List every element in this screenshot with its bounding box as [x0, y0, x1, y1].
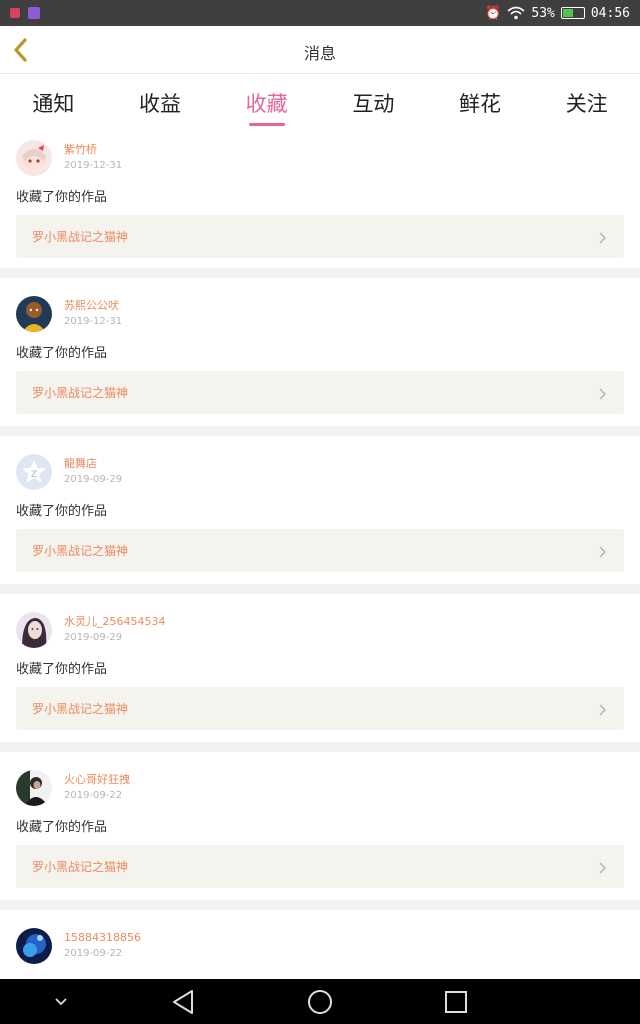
avatar[interactable]	[16, 612, 52, 648]
home-circle-icon	[308, 990, 332, 1014]
chevron-right-icon	[598, 860, 608, 874]
message-user[interactable]: 紫竹桥 2019-12-31	[16, 138, 122, 178]
username[interactable]: 水灵儿_256454534	[64, 614, 166, 630]
message-user[interactable]: 水灵儿_256454534 2019-09-29	[16, 610, 166, 650]
active-tab-indicator	[248, 123, 285, 126]
back-triangle-icon	[173, 990, 193, 1014]
alarm-icon: ⏰	[485, 5, 502, 21]
action-text: 收藏了你的作品	[16, 504, 108, 519]
recents-nav-button[interactable]	[441, 987, 471, 1017]
work-link[interactable]: 罗小黑战记之猫神	[16, 371, 624, 414]
system-nav-bar	[0, 979, 640, 1024]
username[interactable]: 龍舞店	[64, 456, 122, 472]
tab-label: 收藏	[245, 92, 288, 116]
chevron-right-icon	[598, 386, 608, 400]
battery-percent: 53%	[531, 5, 555, 21]
tab-label: 关注	[565, 92, 608, 116]
tab-label: 鲜花	[459, 92, 502, 116]
page-title: 消息	[303, 44, 336, 63]
message-list: 紫竹桥 2019-12-31 收藏了你的作品 罗小黑战记之猫神 苏熙公公吠 2019-12…	[0, 130, 640, 979]
work-title: 罗小黑战记之猫神	[32, 702, 129, 716]
message-card: 火心哥好狂拽 2019-09-22 收藏了你的作品罗小黑战记之猫神	[0, 752, 640, 900]
status-bar: ⏰ 53% 04:56	[0, 0, 640, 26]
collapse-down-icon	[55, 998, 67, 1006]
clock: 04:56	[590, 5, 630, 21]
message-date: 2019-09-22	[64, 790, 123, 801]
tab-label: 通知	[32, 92, 75, 116]
message-date: 2019-12-31	[64, 160, 123, 171]
work-link[interactable]: 罗小黑战记之猫神	[16, 845, 624, 888]
tab-bar: 通知 收益 收藏 互动 鲜花 关注	[0, 74, 640, 130]
svg-text:Z: Z	[31, 470, 37, 480]
action-text: 收藏了你的作品	[16, 820, 108, 835]
battery-icon	[560, 7, 585, 19]
work-link[interactable]: 罗小黑战记之猫神	[16, 529, 624, 572]
wifi-icon	[507, 6, 525, 20]
chevron-right-icon	[598, 544, 608, 558]
message-user[interactable]: 火心哥好狂拽 2019-09-22	[16, 768, 130, 808]
tab-4[interactable]: 鲜花	[427, 74, 534, 130]
username[interactable]: 紫竹桥	[64, 142, 122, 158]
avatar[interactable]	[16, 928, 52, 964]
home-nav-button[interactable]	[305, 987, 335, 1017]
work-title: 罗小黑战记之猫神	[32, 860, 129, 874]
action-text: 收藏了你的作品	[16, 662, 108, 677]
message-card: 苏熙公公吠 2019-12-31 收藏了你的作品罗小黑战记之猫神	[0, 278, 640, 426]
message-user[interactable]: 15884318856 2019-09-22	[16, 926, 141, 966]
tab-1[interactable]: 收益	[107, 74, 214, 130]
message-card: 水灵儿_256454534 2019-09-29 收藏了你的作品罗小黑战记之猫神	[0, 594, 640, 742]
work-title: 罗小黑战记之猫神	[32, 230, 129, 244]
work-link[interactable]: 罗小黑战记之猫神	[16, 687, 624, 730]
username[interactable]: 苏熙公公吠	[64, 298, 122, 314]
back-nav-button[interactable]	[168, 987, 198, 1017]
tab-5[interactable]: 关注	[533, 74, 640, 130]
chevron-right-icon	[598, 230, 608, 244]
message-user[interactable]: Z 龍舞店 2019-09-29	[16, 452, 122, 492]
message-date: 2019-09-22	[64, 948, 123, 959]
message-user[interactable]: 苏熙公公吠 2019-12-31	[16, 294, 122, 334]
avatar[interactable]	[16, 770, 52, 806]
work-title: 罗小黑战记之猫神	[32, 544, 129, 558]
tab-0[interactable]: 通知	[0, 74, 107, 130]
work-title: 罗小黑战记之猫神	[32, 386, 129, 400]
app-notification-icon	[28, 7, 40, 19]
tab-2[interactable]: 收藏	[213, 74, 320, 130]
message-date: 2019-09-29	[64, 474, 123, 485]
avatar[interactable]	[16, 296, 52, 332]
action-text: 收藏了你的作品	[16, 190, 108, 205]
work-link[interactable]: 罗小黑战记之猫神	[16, 215, 624, 258]
recents-square-icon	[445, 991, 467, 1013]
action-text: 收藏了你的作品	[16, 346, 108, 361]
tab-label: 收益	[139, 92, 181, 116]
message-card: 15884318856 2019-09-22	[0, 910, 640, 979]
message-card: Z 龍舞店 2019-09-29 收藏了你的作品罗小黑战记之猫神	[0, 436, 640, 584]
chevron-right-icon	[598, 702, 608, 716]
app-notification-icon	[10, 8, 20, 18]
message-date: 2019-12-31	[64, 316, 123, 327]
tab-label: 互动	[352, 92, 395, 116]
message-card: 紫竹桥 2019-12-31 收藏了你的作品罗小黑战记之猫神	[0, 130, 640, 268]
notification-icons	[10, 7, 40, 19]
header: 消息	[0, 26, 640, 74]
avatar[interactable]: Z	[16, 454, 52, 490]
avatar[interactable]	[16, 140, 52, 176]
username[interactable]: 火心哥好狂拽	[64, 772, 130, 788]
username[interactable]: 15884318856	[64, 930, 141, 946]
message-date: 2019-09-29	[64, 632, 123, 643]
collapse-button[interactable]	[46, 987, 76, 1017]
tab-3[interactable]: 互动	[320, 74, 427, 130]
